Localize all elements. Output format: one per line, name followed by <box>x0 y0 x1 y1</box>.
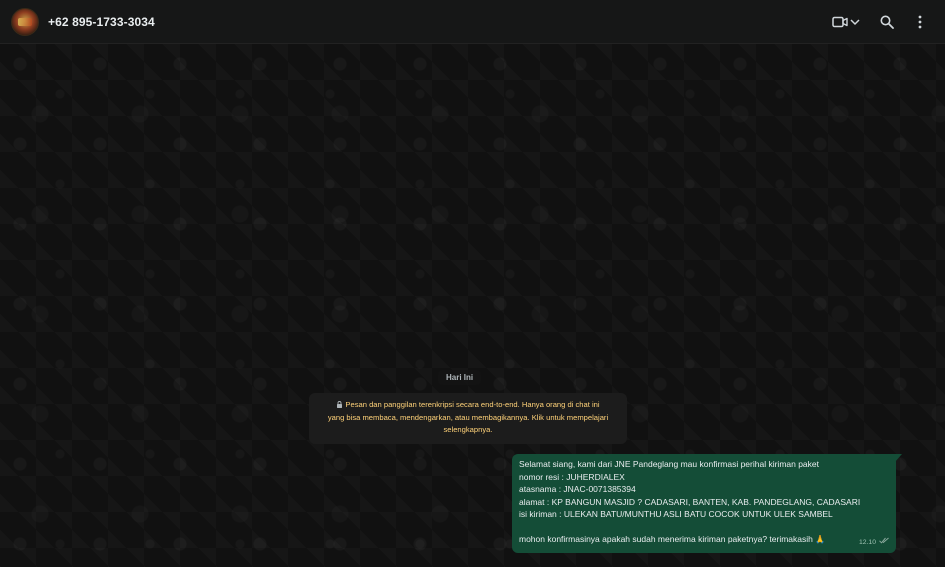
double-check-icon <box>879 537 890 550</box>
message-line: atasnama : JNAC-0071385394 <box>519 484 636 494</box>
video-call-icon[interactable] <box>830 12 850 32</box>
search-icon[interactable] <box>877 12 897 32</box>
pray-emoji: 🙏 <box>815 535 826 544</box>
date-separator: Hari Ini <box>438 370 482 385</box>
message-meta: 12.10 <box>859 537 890 550</box>
chat-header: +62 895-1733-3034 <box>0 0 945 44</box>
contact-name[interactable]: +62 895-1733-3034 <box>48 15 155 29</box>
encryption-notice-line: yang bisa membaca, mendengarkan, atau me… <box>327 412 609 422</box>
menu-icon[interactable] <box>910 12 930 32</box>
encryption-notice-line: Pesan dan panggilan terenkripsi secara e… <box>315 399 621 412</box>
contact-avatar[interactable] <box>11 8 39 36</box>
lock-icon <box>336 400 343 408</box>
chat-messages-area[interactable]: Hari Ini Pesan dan panggilan terenkripsi… <box>0 44 945 567</box>
message-time: 12.10 <box>858 538 876 546</box>
encryption-notice[interactable]: Pesan dan panggilan terenkripsi secara e… <box>309 393 627 444</box>
encryption-notice-line: selengkapnya. <box>443 425 493 435</box>
outgoing-message-bubble[interactable]: Selamat siang, kami dari JNE Pandeglang … <box>512 454 902 553</box>
chevron-down-icon[interactable] <box>848 12 862 32</box>
message-line: Selamat siang, kami dari JNE Pandeglang … <box>519 459 820 469</box>
message-line: nomor resi : JUHERDIALEX <box>519 471 625 482</box>
chat-window: +62 895-1733-3034 Hari Ini Pesan dan pan… <box>0 0 945 567</box>
message-line: mohon konfirmasinya apakah sudah menerim… <box>519 534 826 544</box>
message-line: alamat : KP BANGUN MASJID ? CADASARI, BA… <box>519 496 861 507</box>
message-line: isi kiriman : ULEKAN BATU/MUNTHU ASLI BA… <box>519 509 833 519</box>
